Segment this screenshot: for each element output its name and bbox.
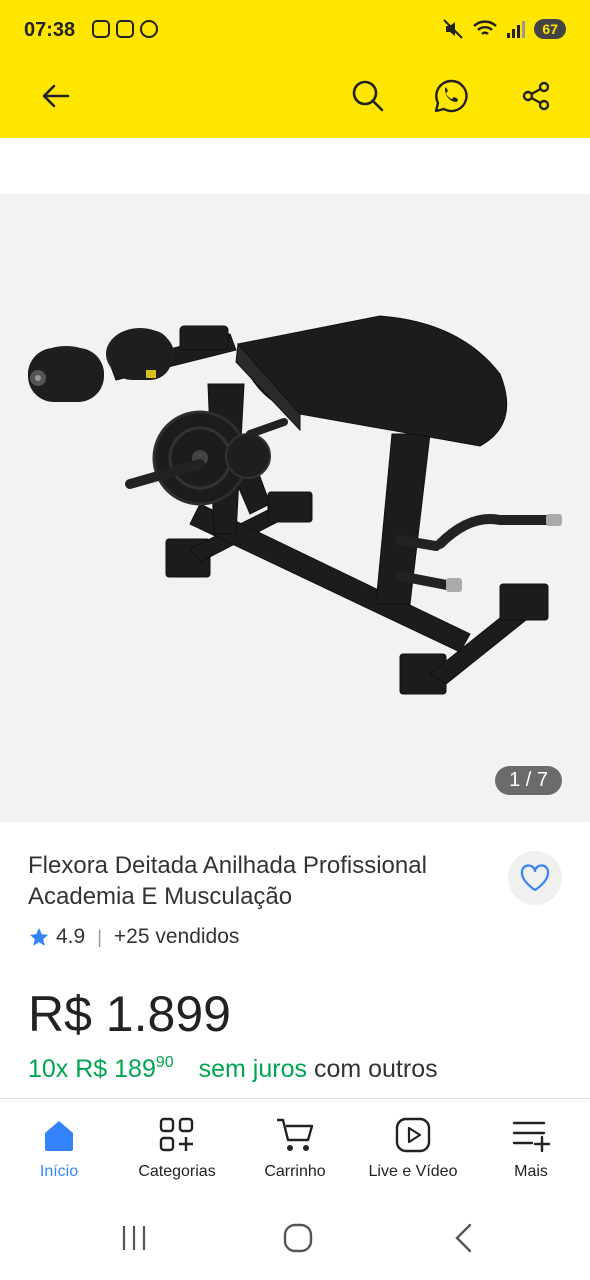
installments-no-interest: sem juros [198, 1055, 307, 1083]
star-icon [29, 927, 49, 946]
whatsapp-icon [434, 79, 468, 113]
tab-label: Categorias [138, 1163, 216, 1180]
share-button[interactable] [512, 72, 560, 120]
whatsapp-button[interactable] [427, 72, 475, 120]
tab-mais[interactable]: Mais [472, 1099, 590, 1199]
sold-count: +25 vendidos [113, 925, 240, 948]
rating-row[interactable]: 4.9 | +25 vendidos [28, 925, 239, 949]
recent-apps-icon [122, 1226, 146, 1250]
tab-live-video[interactable]: Live e Vídeo [354, 1099, 472, 1199]
recent-apps-button[interactable] [104, 1218, 164, 1258]
notification-icons [92, 20, 158, 38]
app-header: 07:38 67 [0, 0, 590, 138]
image-counter: 1 / 7 [495, 766, 562, 795]
app-notification-icon [140, 20, 158, 38]
tab-label: Live e Vídeo [368, 1163, 458, 1180]
tab-inicio[interactable]: Início [0, 1099, 118, 1199]
tab-label: Mais [514, 1163, 548, 1180]
status-time: 07:38 [24, 19, 76, 41]
favorite-button[interactable] [508, 851, 562, 905]
back-system-button[interactable] [434, 1218, 494, 1258]
mute-icon [443, 19, 464, 39]
heart-icon [520, 864, 550, 892]
home-icon [41, 1115, 77, 1155]
product-title: Flexora Deitada Anilhada Profissional Ac… [28, 852, 427, 910]
tab-label: Início [39, 1163, 79, 1180]
arrow-left-icon [42, 84, 70, 108]
printer-icon [116, 20, 134, 38]
chevron-left-icon [455, 1223, 472, 1253]
tab-label: Carrinho [264, 1163, 326, 1180]
home-circle-icon [283, 1223, 313, 1253]
cart-icon [275, 1115, 315, 1155]
wifi-icon [473, 20, 498, 35]
share-icon [522, 81, 550, 111]
installments: 10x R$ 18990 sem juros com outros [28, 1054, 438, 1084]
tab-carrinho[interactable]: Carrinho [236, 1099, 354, 1199]
menu-plus-icon [512, 1115, 550, 1155]
play-icon [394, 1115, 432, 1155]
categories-icon [158, 1115, 196, 1155]
battery-indicator: 67 [534, 19, 566, 39]
search-icon [352, 80, 384, 112]
signal-icon [507, 21, 526, 38]
spacer [0, 138, 590, 194]
rating-value: 4.9 [56, 925, 86, 948]
top-nav [0, 62, 590, 138]
installments-suffix: com outros [313, 1055, 438, 1083]
installments-cents: 90 [155, 1054, 174, 1071]
product-image [28, 315, 562, 695]
instagram-icon [92, 20, 110, 38]
status-bar: 07:38 67 [0, 0, 590, 62]
back-button[interactable] [32, 72, 80, 120]
product-price: R$ 1.899 [28, 986, 231, 1042]
home-system-button[interactable] [268, 1218, 328, 1258]
product-image-gallery[interactable]: 1 / 7 [0, 194, 590, 822]
tab-categorias[interactable]: Categorias [118, 1099, 236, 1199]
bottom-tab-bar: Início Categorias Carrinho Live e Vídeo … [0, 1098, 590, 1198]
status-right: 67 [442, 18, 566, 40]
search-button[interactable] [344, 72, 392, 120]
rating-separator: | [97, 926, 102, 947]
system-navigation-bar [0, 1198, 590, 1280]
installments-amount: 10x R$ 189 [28, 1055, 156, 1083]
